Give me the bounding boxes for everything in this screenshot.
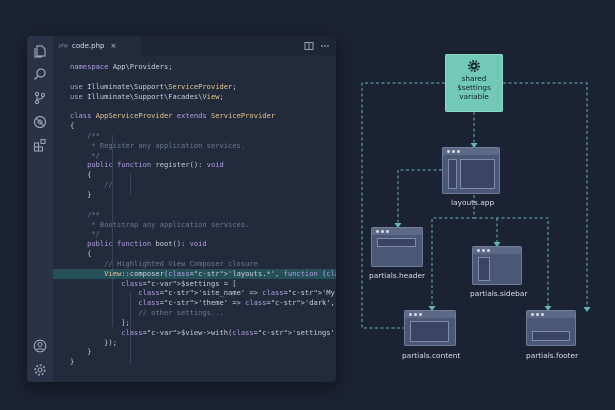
partials-content-label: partials.content xyxy=(402,351,461,360)
partials-header-node xyxy=(371,227,423,267)
connector-lines xyxy=(361,82,591,329)
layouts-app-node xyxy=(442,147,500,194)
layouts-app-label: layouts.app xyxy=(451,198,495,207)
partials-sidebar-label: partials.sidebar xyxy=(470,289,528,298)
gear-icon xyxy=(468,60,480,72)
shared-label-line3: variable xyxy=(459,92,489,101)
partials-sidebar-node xyxy=(472,246,522,285)
partials-footer-label: partials.footer xyxy=(526,351,579,360)
shared-settings-node: shared $settings variable xyxy=(445,54,503,112)
shared-label-line2: $settings xyxy=(457,83,491,92)
partials-content-node xyxy=(404,310,456,346)
partials-header-label: partials.header xyxy=(369,271,426,280)
partials-footer-node xyxy=(526,310,576,346)
shared-label-line1: shared xyxy=(461,74,487,83)
